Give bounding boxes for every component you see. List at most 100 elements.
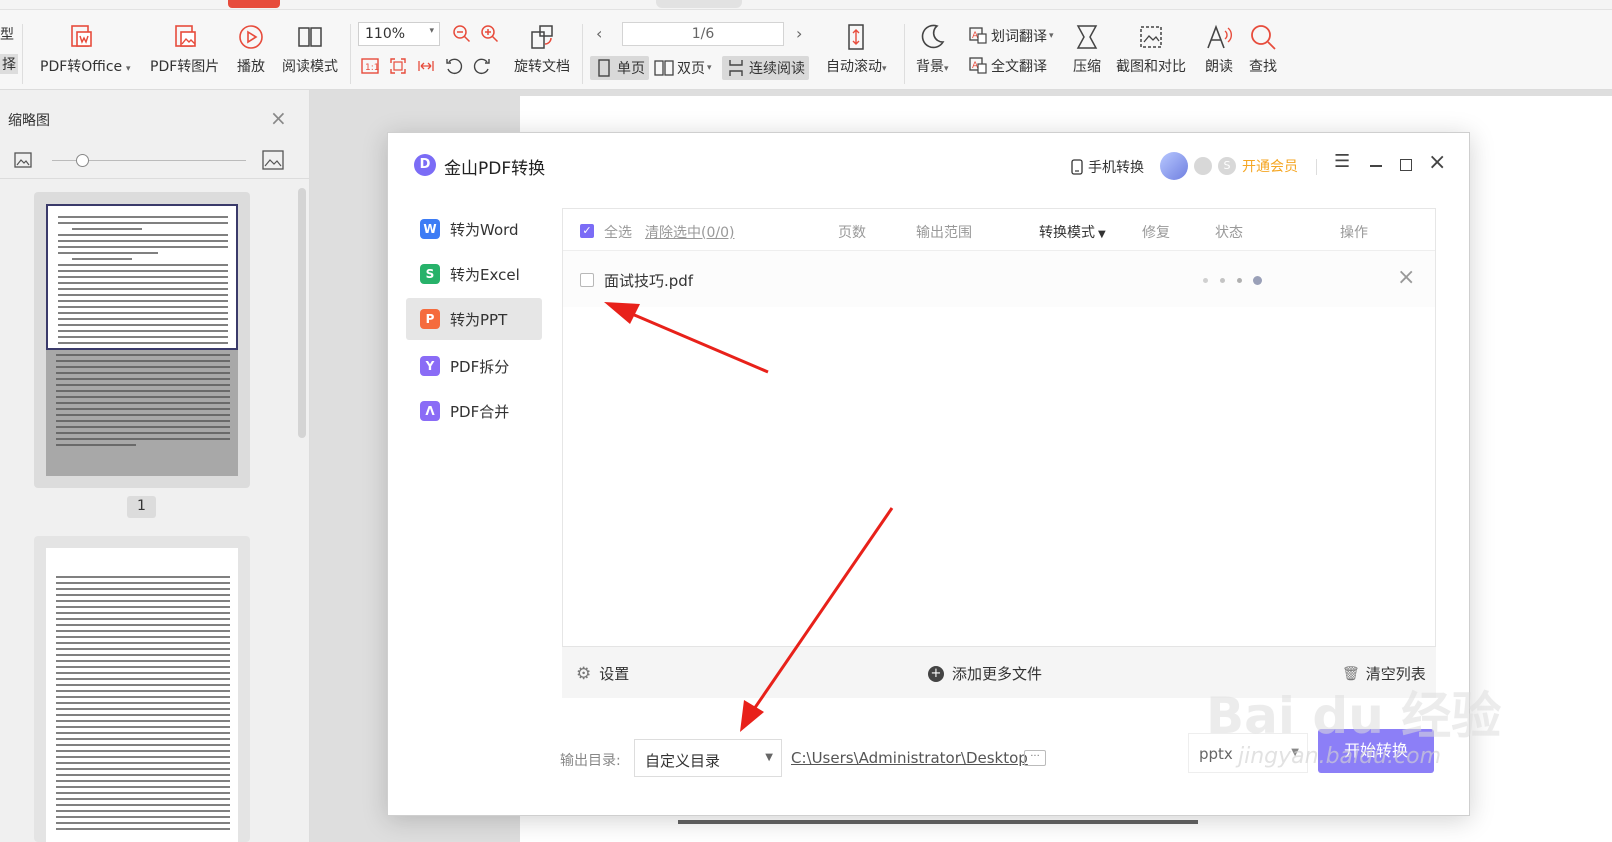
next-page-icon[interactable]: › <box>796 24 802 43</box>
screenshot-compare-button[interactable]: 截图和对比 <box>1116 22 1186 76</box>
file-list: ✓ 全选 清除选中(0/0) 页数 输出范围 转换模式 ▼ 修复 状态 操作 面试… <box>562 208 1436 698</box>
loading-dot <box>1203 278 1208 283</box>
select-all-checkbox[interactable]: ✓ <box>580 224 594 238</box>
sidebar-item-excel[interactable]: S 转为Excel <box>406 253 542 295</box>
settings-button[interactable]: ⚙ 设置 <box>576 663 629 684</box>
output-dir-select[interactable]: 自定义目录 ▼ <box>634 739 782 777</box>
s-coin-icon: S <box>1218 157 1236 175</box>
prev-page-icon[interactable]: ‹ <box>596 24 602 43</box>
add-more-label: 添加更多文件 <box>952 665 1043 683</box>
zoom-select[interactable]: 110% ▾ <box>358 22 440 46</box>
read-aloud-label: 朗读 <box>1205 59 1233 75</box>
word-translate-label: 划词翻译 <box>991 29 1047 45</box>
sidebar-item-split[interactable]: Y PDF拆分 <box>406 345 542 387</box>
toolbar-partial-bottom[interactable]: 择 <box>0 54 18 74</box>
maximize-icon[interactable] <box>1400 159 1412 171</box>
play-label: 播放 <box>237 59 265 75</box>
file-list-header: ✓ 全选 清除选中(0/0) 页数 输出范围 转换模式 ▼ 修复 状态 操作 <box>563 209 1435 251</box>
pdf-to-office-button[interactable]: PDF转Office <box>40 22 122 76</box>
pdf-to-image-label: PDF转图片 <box>150 59 220 75</box>
phone-convert-label: 手机转换 <box>1088 160 1144 176</box>
screenshot-compare-label: 截图和对比 <box>1116 59 1186 75</box>
svg-text:1:1: 1:1 <box>365 63 379 73</box>
rotate-doc-button[interactable]: 旋转文档 <box>514 22 570 76</box>
sidebar-item-label: 转为Word <box>450 220 519 239</box>
compress-button[interactable]: 压缩 <box>1072 22 1102 76</box>
thumb-size-slider-handle[interactable] <box>76 154 89 167</box>
read-mode-button[interactable]: 阅读模式 <box>282 22 338 76</box>
small-thumb-icon[interactable] <box>14 152 32 168</box>
page-indicator-input[interactable]: 1/6 <box>622 22 784 46</box>
phone-convert-button[interactable]: 手机转换 <box>1070 157 1144 177</box>
mode-column-header[interactable]: 转换模式 ▼ <box>1039 222 1106 242</box>
background-button[interactable]: 背景▾ <box>916 22 949 76</box>
find-button[interactable]: 查找 <box>1248 22 1278 76</box>
compress-label: 压缩 <box>1073 59 1101 75</box>
zoom-out-icon[interactable] <box>452 24 472 44</box>
actual-size-icon[interactable]: 1:1 <box>360 56 380 76</box>
sidebar-item-merge[interactable]: Λ PDF合并 <box>406 390 542 432</box>
table-row[interactable]: 面试技巧.pdf × <box>563 251 1435 307</box>
scrollbar[interactable] <box>298 188 306 438</box>
pdf-to-image-button[interactable]: PDF转图片 <box>150 22 219 76</box>
play-button[interactable]: 播放 <box>236 22 266 76</box>
rotate-left-icon[interactable] <box>444 56 464 76</box>
thumbnail-title: 缩略图 <box>8 113 50 129</box>
chevron-down-icon[interactable]: ▾ <box>126 64 131 74</box>
remove-file-icon[interactable]: × <box>1397 265 1415 290</box>
toolbar-partial-top[interactable]: 型 <box>0 24 14 44</box>
page-number-label: 1 <box>127 496 156 518</box>
translate-icon: A <box>969 27 987 44</box>
continuous-read-button[interactable]: 连续阅读 <box>722 56 809 80</box>
word-translate-button[interactable]: A 划词翻译 ▾ <box>968 26 1054 46</box>
select-all-label[interactable]: 全选 <box>604 222 632 242</box>
thumbnail-page-2[interactable] <box>34 536 250 842</box>
merge-icon: Λ <box>420 401 440 421</box>
thumbnail-page-1[interactable] <box>34 192 250 488</box>
find-label: 查找 <box>1249 59 1277 75</box>
ppt-icon: P <box>420 309 440 329</box>
close-icon[interactable]: × <box>270 106 287 130</box>
large-thumb-icon[interactable] <box>262 150 284 170</box>
compress-icon <box>1076 25 1098 49</box>
rotate-right-icon[interactable] <box>472 56 492 76</box>
tab-start-highlight[interactable] <box>228 0 280 8</box>
browse-button[interactable]: ··· <box>1024 750 1046 766</box>
pdf-to-office-label: PDF转Office <box>40 59 123 75</box>
auto-scroll-label: 自动滚动▾ <box>826 59 887 75</box>
fit-page-icon[interactable] <box>388 56 408 76</box>
play-icon <box>239 25 263 49</box>
output-dir-label: 输出目录: <box>560 753 621 769</box>
file-checkbox[interactable] <box>580 273 594 287</box>
rotate-doc-icon <box>531 25 553 49</box>
watermark-logo: Bai du 经验 <box>1206 687 1502 745</box>
zoom-in-icon[interactable] <box>480 24 500 44</box>
action-column-header: 操作 <box>1340 225 1368 241</box>
clear-selection-link[interactable]: 清除选中(0/0) <box>645 222 734 242</box>
full-translate-button[interactable]: A 全文翻译 <box>968 56 1047 76</box>
auto-scroll-icon <box>848 24 865 50</box>
close-icon[interactable]: × <box>1428 150 1446 175</box>
fit-width-icon[interactable] <box>416 56 436 76</box>
read-aloud-button[interactable]: 朗读 <box>1204 22 1234 76</box>
double-page-button[interactable]: 双页 ▾ <box>654 58 712 78</box>
output-path-link[interactable]: C:\Users\Administrator\Desktop <box>791 749 1028 767</box>
watermark-url: jingyan.baidu.com <box>1238 744 1442 769</box>
pdf-office-icon <box>71 25 92 47</box>
single-page-button[interactable]: 单页 <box>590 56 649 80</box>
minimize-icon[interactable] <box>1370 165 1382 167</box>
screenshot-icon <box>1140 26 1162 48</box>
background-label: 背景▾ <box>916 59 949 75</box>
auto-scroll-button[interactable]: 自动滚动▾ <box>826 22 887 76</box>
menu-icon[interactable]: ☰ <box>1334 151 1350 172</box>
full-translate-label: 全文翻译 <box>991 59 1047 75</box>
avatar[interactable] <box>1160 152 1188 180</box>
vip-link[interactable]: 开通会员 <box>1242 156 1298 176</box>
toolbar: 型 择 PDF转Office ▾ PDF转图片 播放 阅读模式 110% ▾ 1:… <box>0 10 1612 90</box>
search-tab-pill[interactable] <box>656 0 742 8</box>
sidebar-item-word[interactable]: W 转为Word <box>406 208 542 250</box>
repair-column-header: 修复 <box>1142 225 1170 241</box>
add-more-files-button[interactable]: + 添加更多文件 <box>928 663 1042 684</box>
ribbon-tab-strip <box>0 0 1612 10</box>
sidebar-item-ppt[interactable]: P 转为PPT <box>406 298 542 340</box>
